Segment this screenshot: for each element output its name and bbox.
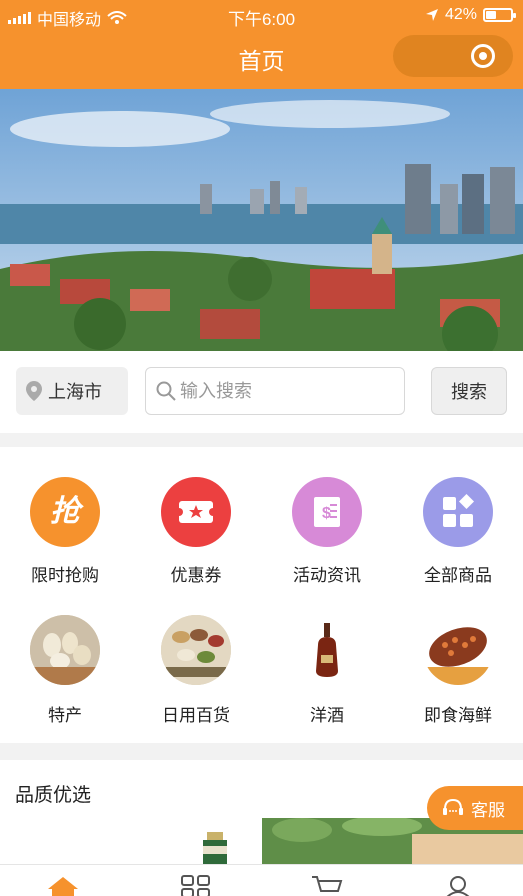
- cart-icon: [312, 876, 343, 892]
- category-all-products[interactable]: 全部商品: [393, 447, 523, 585]
- liquor-image: [292, 615, 362, 685]
- tab-bar: [0, 864, 523, 896]
- close-target-icon[interactable]: [471, 44, 495, 68]
- category-seafood[interactable]: 即食海鲜: [393, 597, 523, 727]
- seafood-image: [423, 615, 493, 685]
- category-coupon[interactable]: 优惠券: [131, 447, 261, 585]
- activity-news-icon: $: [292, 477, 362, 547]
- category-label: 特产: [48, 706, 82, 725]
- profile-icon: [446, 876, 470, 896]
- daily-goods-image: [161, 615, 231, 685]
- category-grid: 抢 限时抢购 优惠券 $ 活动资讯 全部商品 特产 日用百货 洋酒 即食海鲜: [0, 447, 523, 743]
- category-icon: [181, 875, 210, 896]
- banner-image[interactable]: [0, 89, 523, 351]
- header: 中国移动 下午6:00 42% 首页: [0, 0, 523, 89]
- category-daily-goods[interactable]: 日用百货: [131, 597, 261, 727]
- category-liquor[interactable]: 洋酒: [262, 597, 392, 727]
- tab-profile[interactable]: [393, 865, 523, 896]
- search-icon: [156, 381, 176, 401]
- location-arrow-icon: [425, 9, 438, 21]
- category-label: 活动资讯: [293, 566, 361, 585]
- specialty-image: [30, 615, 100, 685]
- customer-service-button[interactable]: 客服: [427, 786, 523, 830]
- city-selector[interactable]: 上海市: [16, 367, 128, 415]
- all-products-icon: [423, 477, 493, 547]
- flash-sale-icon: 抢: [30, 477, 100, 547]
- battery-icon: [483, 8, 516, 22]
- category-specialty[interactable]: 特产: [0, 597, 130, 727]
- search-box[interactable]: [145, 367, 405, 415]
- category-label: 优惠券: [170, 566, 222, 585]
- category-label: 即食海鲜: [424, 706, 492, 725]
- tab-cart[interactable]: [262, 865, 392, 896]
- tab-home[interactable]: [0, 865, 130, 896]
- mini-program-capsule[interactable]: [393, 35, 513, 77]
- svg-text:$: $: [322, 505, 331, 522]
- category-label: 全部商品: [424, 566, 492, 585]
- category-label: 日用百货: [162, 706, 230, 725]
- category-flash-sale[interactable]: 抢 限时抢购: [0, 447, 130, 585]
- location-pin-icon: [26, 381, 42, 401]
- headset-icon: [443, 798, 463, 815]
- home-icon: [48, 877, 78, 896]
- tab-category[interactable]: [131, 865, 261, 896]
- city-label: 上海市: [48, 382, 102, 402]
- category-label: 洋酒: [310, 706, 344, 725]
- customer-service-label: 客服: [471, 800, 505, 820]
- search-row: 上海市 搜索: [0, 351, 523, 433]
- product-bottle-image[interactable]: [195, 832, 235, 864]
- status-bar: 中国移动 下午6:00 42%: [0, 0, 523, 30]
- search-button[interactable]: 搜索: [431, 367, 507, 415]
- category-label: 限时抢购: [31, 566, 99, 585]
- category-activity-news[interactable]: $ 活动资讯: [262, 447, 392, 585]
- section-title: 品质优选: [15, 785, 92, 806]
- coupon-icon: [161, 477, 231, 547]
- search-input[interactable]: [180, 380, 400, 402]
- battery-percent: 42%: [444, 6, 477, 23]
